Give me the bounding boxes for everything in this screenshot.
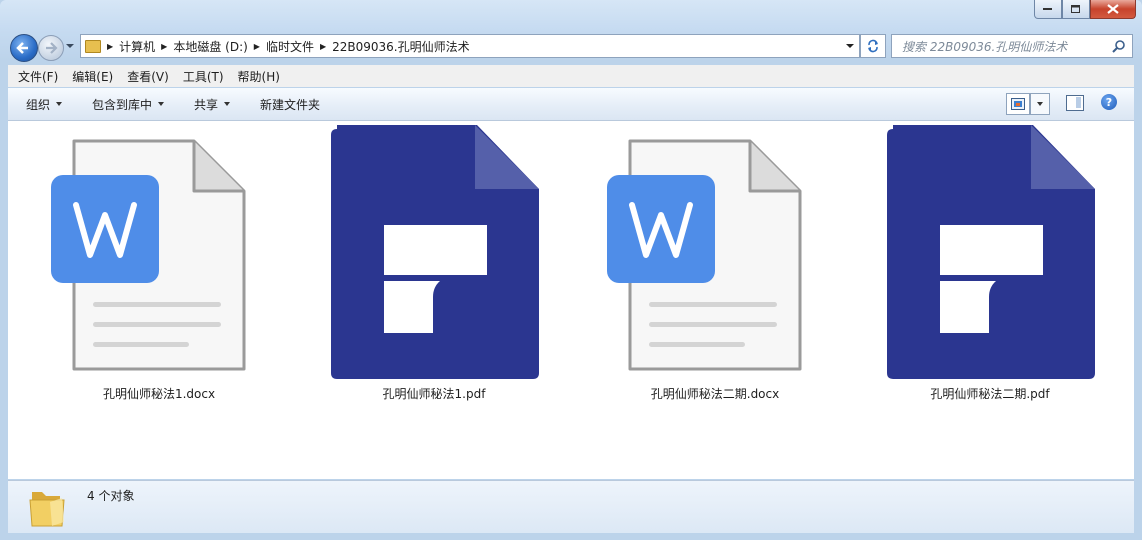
- file-item[interactable]: 孔明仙师秘法1.pdf: [319, 121, 549, 421]
- view-options-dropdown[interactable]: [1030, 93, 1050, 115]
- change-view-button[interactable]: [1006, 93, 1030, 115]
- menu-edit[interactable]: 编辑(E): [72, 68, 113, 85]
- breadcrumb-temp[interactable]: ▶ 临时文件: [254, 38, 314, 55]
- file-item[interactable]: 孔明仙师秘法1.docx: [44, 121, 274, 421]
- menu-view[interactable]: 查看(V): [127, 68, 169, 85]
- chevron-down-icon: [846, 44, 854, 48]
- help-icon: ?: [1105, 95, 1113, 109]
- preview-pane-button[interactable]: [1066, 95, 1084, 111]
- address-history-dropdown[interactable]: [841, 35, 859, 57]
- menu-help[interactable]: 帮助(H): [238, 68, 280, 85]
- command-bar: 组织 包含到库中 共享 新建文件夹: [8, 88, 1134, 121]
- menu-tools[interactable]: 工具(T): [183, 68, 224, 85]
- organize-button[interactable]: 组织: [26, 96, 63, 113]
- maximize-icon: [1071, 4, 1080, 13]
- search-placeholder: 搜索 22B09036.孔明仙师法术: [902, 39, 1068, 54]
- minimize-button[interactable]: [1034, 0, 1062, 19]
- file-name: 孔明仙师秘法1.pdf: [382, 387, 486, 401]
- chevron-down-icon: [158, 102, 165, 106]
- menu-file[interactable]: 文件(F): [18, 68, 58, 85]
- item-count: 4 个对象: [87, 489, 135, 503]
- minimize-icon: [1043, 8, 1052, 10]
- window-controls: [1034, 0, 1136, 19]
- large-icons-view-icon: [1011, 98, 1025, 110]
- breadcrumb-drive[interactable]: ▶ 本地磁盘 (D:): [161, 38, 248, 55]
- close-button[interactable]: [1090, 0, 1136, 19]
- chevron-down-icon: [224, 102, 231, 106]
- maximize-button[interactable]: [1062, 0, 1090, 19]
- chevron-right-icon: ▶: [319, 41, 327, 51]
- explorer-window: ▶ 计算机 ▶ 本地磁盘 (D:) ▶ 临时文件 ▶ 22B09036.孔明仙师法术 搜…: [0, 0, 1142, 540]
- chevron-right-icon: ▶: [161, 41, 168, 51]
- file-name: 孔明仙师秘法二期.docx: [650, 387, 780, 401]
- menu-bar: 文件(F) 编辑(E) 查看(V) 工具(T) 帮助(H): [8, 65, 1134, 87]
- file-list-pane: 孔明仙师秘法1.docx 孔明仙师秘法1.pdf 孔明仙师秘法二期.docx 孔…: [8, 121, 1134, 479]
- include-in-library-button[interactable]: 包含到库中: [92, 96, 165, 113]
- back-button[interactable]: [10, 34, 38, 62]
- chevron-right-icon: ▶: [253, 41, 260, 51]
- word-doc-icon: [607, 139, 802, 371]
- search-box[interactable]: 搜索 22B09036.孔明仙师法术: [891, 34, 1133, 58]
- file-item[interactable]: 孔明仙师秘法二期.pdf: [875, 121, 1105, 421]
- details-pane: 4 个对象: [8, 480, 1134, 533]
- forward-arrow-icon: [46, 42, 58, 54]
- forward-button[interactable]: [38, 35, 64, 61]
- close-icon: [1107, 4, 1119, 14]
- breadcrumb-computer[interactable]: ▶ 计算机: [107, 38, 155, 55]
- preview-pane-icon: [1076, 97, 1081, 108]
- refresh-button[interactable]: [860, 34, 886, 58]
- pdf-icon: [331, 125, 539, 379]
- pdf-icon: [887, 125, 1095, 379]
- share-button[interactable]: 共享: [194, 96, 231, 113]
- back-arrow-icon: [16, 42, 28, 54]
- chevron-down-icon: [1037, 102, 1043, 106]
- chevron-down-icon: [56, 102, 63, 106]
- recent-pages-dropdown[interactable]: [66, 44, 74, 48]
- word-doc-icon: [51, 139, 246, 371]
- file-name: 孔明仙师秘法1.docx: [102, 387, 216, 401]
- folder-icon: [29, 492, 65, 527]
- folder-icon: [85, 39, 101, 53]
- help-button[interactable]: ?: [1101, 94, 1117, 110]
- file-name: 孔明仙师秘法二期.pdf: [930, 387, 1050, 401]
- chevron-right-icon: ▶: [107, 41, 114, 51]
- breadcrumb-current[interactable]: ▶ 22B09036.孔明仙师法术: [320, 38, 470, 55]
- address-bar[interactable]: ▶ 计算机 ▶ 本地磁盘 (D:) ▶ 临时文件 ▶ 22B09036.孔明仙师法术: [80, 34, 860, 58]
- refresh-icon: [868, 39, 878, 53]
- new-folder-button[interactable]: 新建文件夹: [260, 96, 320, 113]
- search-icon: [1112, 40, 1125, 53]
- file-item[interactable]: 孔明仙师秘法二期.docx: [600, 121, 830, 421]
